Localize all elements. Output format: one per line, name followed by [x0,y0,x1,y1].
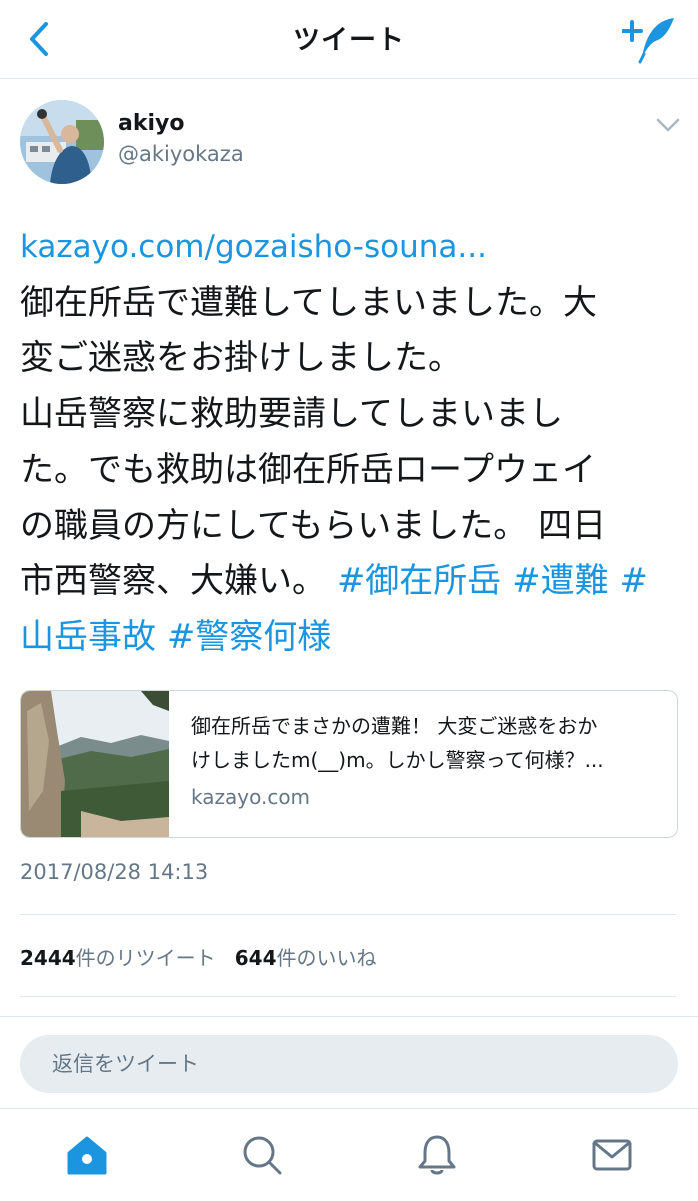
reply-input[interactable]: 返信をツイート [20,1035,678,1093]
tweet-text-line: 山岳事故 #警察何様 [20,610,682,666]
card-text: 御在所岳でまさかの遭難！ 大変ご迷惑をおか けしましたm(__)m。しかし警察っ… [191,709,661,809]
tweet-text-line: 市西警察、大嫌い。 #御在所岳 #遭難 # [20,554,682,610]
compose-tweet-icon[interactable] [622,14,680,64]
retweets-count: 2444 [20,946,76,970]
tweet-text-line: 山岳警察に救助要請してしまいまし [20,394,563,435]
tweet-text-line: の職員の方にしてもらいました。 四日 [20,505,607,546]
likes-stat[interactable]: 644件のいいね [235,946,377,970]
tweet-text: kazayo.com/gozaisho-souna... 御在所岳で遭難してしま… [20,220,682,666]
card-description-line: 御在所岳でまさかの遭難！ 大変ご迷惑をおか [191,714,598,738]
retweets-label: 件のリツイート [75,946,216,970]
divider [0,1016,698,1017]
author-name[interactable]: akiyo [118,111,184,136]
hashtag-link[interactable]: #御在所岳 [337,561,502,601]
card-description: 御在所岳でまさかの遭難！ 大変ご迷惑をおか けしましたm(__)m。しかし警察っ… [191,709,661,777]
chevron-down-icon[interactable] [654,114,682,136]
author-handle[interactable]: @akiyokaza [118,142,244,166]
tweet-text-segment: 市西警察、大嫌い。 [20,561,326,602]
likes-count: 644 [234,946,277,970]
link-preview-card[interactable]: 御在所岳でまさかの遭難！ 大変ご迷惑をおか けしましたm(__)m。しかし警察っ… [20,690,678,838]
card-domain: kazayo.com [191,785,311,809]
hashtag-link[interactable]: # [619,561,648,601]
tweet-text-line: 御在所岳で遭難してしまいました。大 [20,282,597,323]
tweet-timestamp: 2017/08/28 14:13 [20,860,209,884]
retweets-stat[interactable]: 2444件のリツイート [20,946,216,970]
likes-label: 件のいいね [276,946,377,970]
page-title: ツイート [293,25,405,56]
messages-icon[interactable] [590,1133,634,1177]
divider [20,996,676,997]
tweet-text-line: 変ご迷惑をお掛けしました。 [20,338,462,379]
top-nav-bar: ツイート [0,0,698,79]
divider [20,914,676,915]
avatar[interactable] [20,100,104,184]
tweet-text-line: た。でも救助は御在所岳ロープウェイ [20,449,596,490]
card-thumbnail-image [21,691,169,837]
bottom-tab-bar [0,1108,698,1201]
tweet-link[interactable]: kazayo.com/gozaisho-souna... [20,220,682,276]
hashtag-link[interactable]: #遭難 [512,561,609,601]
search-icon[interactable] [240,1133,284,1177]
tweet-stats: 2444件のリツイート 644件のいいね [20,942,377,971]
hashtag-link[interactable]: 山岳事故 [20,617,156,657]
notifications-icon[interactable] [415,1133,459,1177]
home-icon[interactable] [65,1133,109,1177]
hashtag-link[interactable]: #警察何様 [167,617,332,657]
card-description-line: けしましたm(__)m。しかし警察って何様？... [191,748,604,772]
